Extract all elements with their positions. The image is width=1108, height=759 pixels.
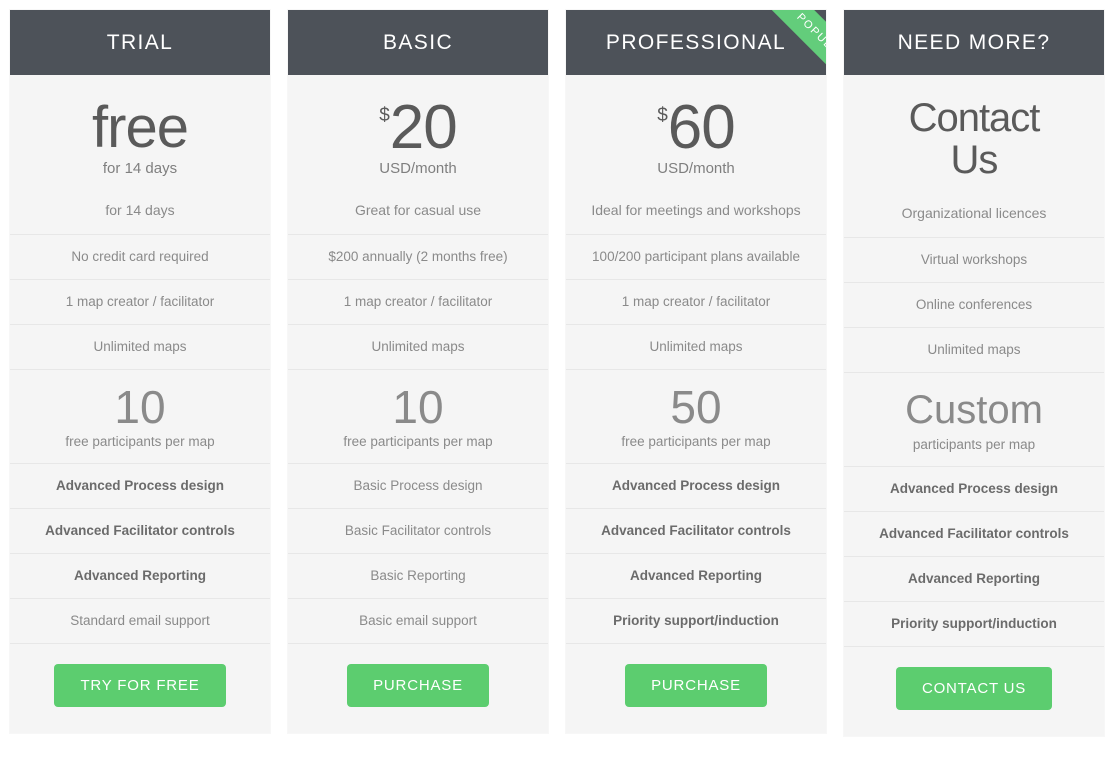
price-period: for 14 days bbox=[102, 160, 178, 177]
price-block: Contact Us bbox=[844, 75, 1104, 187]
plan-header: BASIC bbox=[288, 10, 548, 75]
feature-row: Basic Reporting bbox=[288, 554, 548, 599]
feature-row: Unlimited maps bbox=[844, 328, 1104, 373]
price-main: $20 bbox=[379, 97, 458, 159]
cta-container: PURCHASE bbox=[288, 644, 548, 733]
participants-block: 10 free participants per map bbox=[10, 370, 270, 464]
feature-row: Standard email support bbox=[10, 599, 270, 644]
plan-body: $20 USD/month Great for casual use $200 ann… bbox=[288, 75, 548, 733]
feature-row: Unlimited maps bbox=[566, 325, 826, 370]
participants-number: 10 bbox=[392, 381, 444, 433]
plan-card: PROFESSIONAL POPULAR $60 USD/month Ideal for… bbox=[566, 10, 826, 733]
plan-card: TRIAL free for 14 days for 14 days No credit… bbox=[10, 10, 270, 733]
participants-block: Custom participants per map bbox=[844, 373, 1104, 467]
price-block: $20 USD/month bbox=[288, 75, 548, 184]
feature-row: Basic Facilitator controls bbox=[288, 509, 548, 554]
feature-row: 1 map creator / facilitator bbox=[10, 280, 270, 325]
price-main: Contact Us bbox=[884, 97, 1064, 181]
price-main: $60 bbox=[657, 97, 736, 159]
feature-row: 100/200 participant plans available bbox=[566, 235, 826, 280]
cta-container: PURCHASE bbox=[566, 644, 826, 733]
feature-row: Advanced Facilitator controls bbox=[566, 509, 826, 554]
participants-number: 50 bbox=[670, 381, 722, 433]
price-amount: 20 bbox=[389, 93, 458, 162]
plan-header: TRIAL bbox=[10, 10, 270, 75]
participants-label: participants per map bbox=[912, 437, 1036, 452]
plan-title: TRIAL bbox=[106, 31, 174, 54]
plan-header: PROFESSIONAL POPULAR bbox=[566, 10, 826, 75]
feature-row: Advanced Facilitator controls bbox=[844, 512, 1104, 557]
price-block: free for 14 days bbox=[10, 75, 270, 184]
plan-card: NEED MORE? Contact Us Organizational licen… bbox=[844, 10, 1104, 736]
plan-title: PROFESSIONAL bbox=[605, 31, 787, 54]
price-period: USD/month bbox=[379, 160, 457, 177]
feature-row: Advanced Process design bbox=[566, 464, 826, 509]
plan-title: BASIC bbox=[382, 31, 454, 54]
cta-button[interactable]: CONTACT US bbox=[895, 667, 1053, 710]
feature-row: 1 map creator / facilitator bbox=[566, 280, 826, 325]
feature-row: Advanced Reporting bbox=[566, 554, 826, 599]
participants-label: free participants per map bbox=[343, 434, 493, 449]
plan-body: Contact Us Organizational licences Virtual… bbox=[844, 75, 1104, 736]
feature-row: Priority support/induction bbox=[566, 599, 826, 644]
price-amount: Contact Us bbox=[908, 96, 1041, 182]
plan-tagline: Organizational licences bbox=[844, 187, 1104, 238]
feature-row: Unlimited maps bbox=[10, 325, 270, 370]
price-amount: 60 bbox=[667, 93, 736, 162]
cta-container: CONTACT US bbox=[844, 647, 1104, 736]
participants-label: free participants per map bbox=[65, 434, 215, 449]
feature-row: Advanced Reporting bbox=[844, 557, 1104, 602]
feature-row: Advanced Process design bbox=[844, 467, 1104, 512]
plan-body: $60 USD/month Ideal for meetings and works… bbox=[566, 75, 826, 733]
price-currency: $ bbox=[379, 105, 390, 126]
plan-title: NEED MORE? bbox=[897, 31, 1051, 54]
cta-button[interactable]: PURCHASE bbox=[625, 664, 767, 707]
price-block: $60 USD/month bbox=[566, 75, 826, 184]
plan-card: BASIC $20 USD/month Great for casual use $20… bbox=[288, 10, 548, 733]
feature-row: Online conferences bbox=[844, 283, 1104, 328]
feature-row: Advanced Reporting bbox=[10, 554, 270, 599]
participants-label: free participants per map bbox=[621, 434, 771, 449]
participants-block: 10 free participants per map bbox=[288, 370, 548, 464]
feature-row: No credit card required bbox=[10, 235, 270, 280]
cta-container: TRY FOR FREE bbox=[10, 644, 270, 733]
plan-header: NEED MORE? bbox=[844, 10, 1104, 75]
cta-button[interactable]: PURCHASE bbox=[347, 664, 489, 707]
price-period: USD/month bbox=[657, 160, 735, 177]
plan-tagline: Ideal for meetings and workshops bbox=[566, 184, 826, 235]
participants-number: Custom bbox=[905, 388, 1043, 432]
participants-number: 10 bbox=[114, 381, 166, 433]
feature-row: Priority support/induction bbox=[844, 602, 1104, 647]
feature-row: Unlimited maps bbox=[288, 325, 548, 370]
plan-tagline: Great for casual use bbox=[288, 184, 548, 235]
price-currency: $ bbox=[657, 105, 668, 126]
feature-row: Basic email support bbox=[288, 599, 548, 644]
price-amount: free bbox=[92, 95, 189, 160]
feature-row: Virtual workshops bbox=[844, 238, 1104, 283]
feature-row: 1 map creator / facilitator bbox=[288, 280, 548, 325]
plan-body: free for 14 days for 14 days No credit card… bbox=[10, 75, 270, 733]
plan-tagline: for 14 days bbox=[10, 184, 270, 235]
pricing-table: TRIAL free for 14 days for 14 days No credit… bbox=[0, 0, 1108, 759]
price-main: free bbox=[92, 95, 189, 160]
feature-row: $200 annually (2 months free) bbox=[288, 235, 548, 280]
feature-row: Basic Process design bbox=[288, 464, 548, 509]
cta-button[interactable]: TRY FOR FREE bbox=[54, 664, 226, 707]
participants-block: 50 free participants per map bbox=[566, 370, 826, 464]
feature-row: Advanced Facilitator controls bbox=[10, 509, 270, 554]
feature-row: Advanced Process design bbox=[10, 464, 270, 509]
